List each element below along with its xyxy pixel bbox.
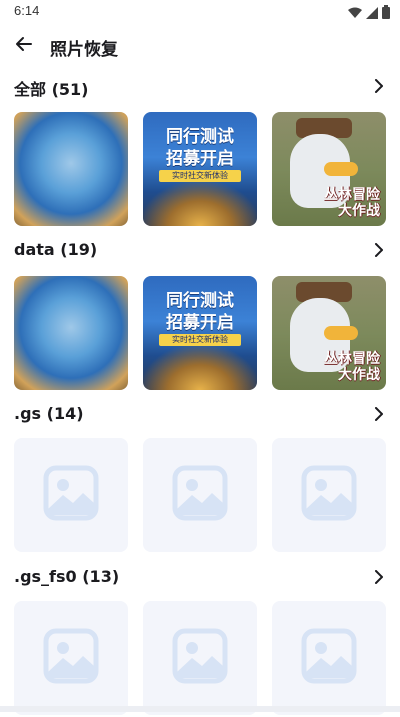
comic-beak bbox=[324, 162, 358, 176]
poster-title-line-2: 招募开启 bbox=[166, 313, 234, 333]
game-poster-image: 同行测试 招募开启 实时社交新体验 bbox=[143, 112, 257, 226]
photo-thumbnail[interactable] bbox=[14, 601, 128, 715]
poster-scene bbox=[143, 182, 257, 226]
section-header[interactable]: .gs (14) bbox=[0, 400, 400, 430]
photo-thumbnail[interactable] bbox=[143, 601, 257, 715]
chevron-right-icon[interactable] bbox=[368, 239, 390, 261]
status-time: 6:14 bbox=[14, 3, 40, 18]
album-section-gs-fs0: .gs_fs0 (13) bbox=[0, 563, 400, 715]
status-bar: 6:14 bbox=[0, 0, 400, 24]
back-arrow-icon bbox=[14, 34, 34, 58]
section-title: .gs_fs0 (13) bbox=[14, 567, 120, 586]
section-title: data (19) bbox=[14, 240, 98, 259]
section-title: .gs (14) bbox=[14, 404, 84, 423]
comic-title-line-2: 大作战 bbox=[338, 203, 380, 219]
image-placeholder-icon bbox=[301, 465, 357, 525]
chevron-right-icon[interactable] bbox=[368, 566, 390, 588]
signal-icon bbox=[366, 4, 378, 23]
poster-subtitle: 实时社交新体验 bbox=[159, 334, 241, 346]
comic-title-line-2: 大作战 bbox=[338, 367, 380, 383]
blurry-photo bbox=[14, 276, 128, 390]
status-icons bbox=[348, 4, 390, 23]
photo-thumbnail[interactable] bbox=[143, 438, 257, 552]
section-header[interactable]: .gs_fs0 (13) bbox=[0, 563, 400, 593]
bottom-divider bbox=[0, 706, 400, 712]
page-title: 照片恢复 bbox=[50, 40, 118, 60]
image-placeholder-icon bbox=[172, 465, 228, 525]
poster-scene bbox=[143, 346, 257, 390]
photo-thumbnail[interactable]: 丛林冒险 大作战 bbox=[272, 112, 386, 226]
back-button[interactable] bbox=[10, 32, 38, 60]
photo-thumbnail[interactable] bbox=[14, 276, 128, 390]
album-section-all: 全部 (51) 同行测试 招募开启 实时社交新体验 丛林冒险 大作战 bbox=[0, 72, 400, 226]
battery-icon bbox=[382, 4, 390, 23]
comic-poster-image: 丛林冒险 大作战 bbox=[272, 276, 386, 390]
section-header[interactable]: data (19) bbox=[0, 236, 400, 266]
comic-poster-image: 丛林冒险 大作战 bbox=[272, 112, 386, 226]
image-placeholder-icon bbox=[301, 628, 357, 688]
image-placeholder-icon bbox=[43, 465, 99, 525]
photo-thumbnail[interactable]: 同行测试 招募开启 实时社交新体验 bbox=[143, 112, 257, 226]
photo-thumbnail[interactable] bbox=[14, 112, 128, 226]
image-placeholder-icon bbox=[172, 628, 228, 688]
album-section-data: data (19) 同行测试 招募开启 实时社交新体验 丛林冒险 大作战 bbox=[0, 236, 400, 390]
image-placeholder-icon bbox=[43, 628, 99, 688]
photo-thumbnail[interactable] bbox=[272, 601, 386, 715]
blurry-photo bbox=[14, 112, 128, 226]
poster-subtitle: 实时社交新体验 bbox=[159, 170, 241, 182]
chevron-right-icon[interactable] bbox=[368, 403, 390, 425]
section-title: 全部 (51) bbox=[14, 80, 89, 99]
comic-beak bbox=[324, 326, 358, 340]
photo-thumbnail[interactable]: 同行测试 招募开启 实时社交新体验 bbox=[143, 276, 257, 390]
chevron-right-icon[interactable] bbox=[368, 75, 390, 97]
poster-title-line-2: 招募开启 bbox=[166, 149, 234, 169]
photo-thumbnail[interactable] bbox=[14, 438, 128, 552]
photo-thumbnail[interactable]: 丛林冒险 大作战 bbox=[272, 276, 386, 390]
app-bar: 照片恢复 bbox=[0, 24, 400, 68]
album-section-gs: .gs (14) bbox=[0, 400, 400, 552]
section-header[interactable]: 全部 (51) bbox=[0, 72, 400, 102]
game-poster-image: 同行测试 招募开启 实时社交新体验 bbox=[143, 276, 257, 390]
wifi-icon bbox=[348, 4, 362, 23]
photo-thumbnail[interactable] bbox=[272, 438, 386, 552]
